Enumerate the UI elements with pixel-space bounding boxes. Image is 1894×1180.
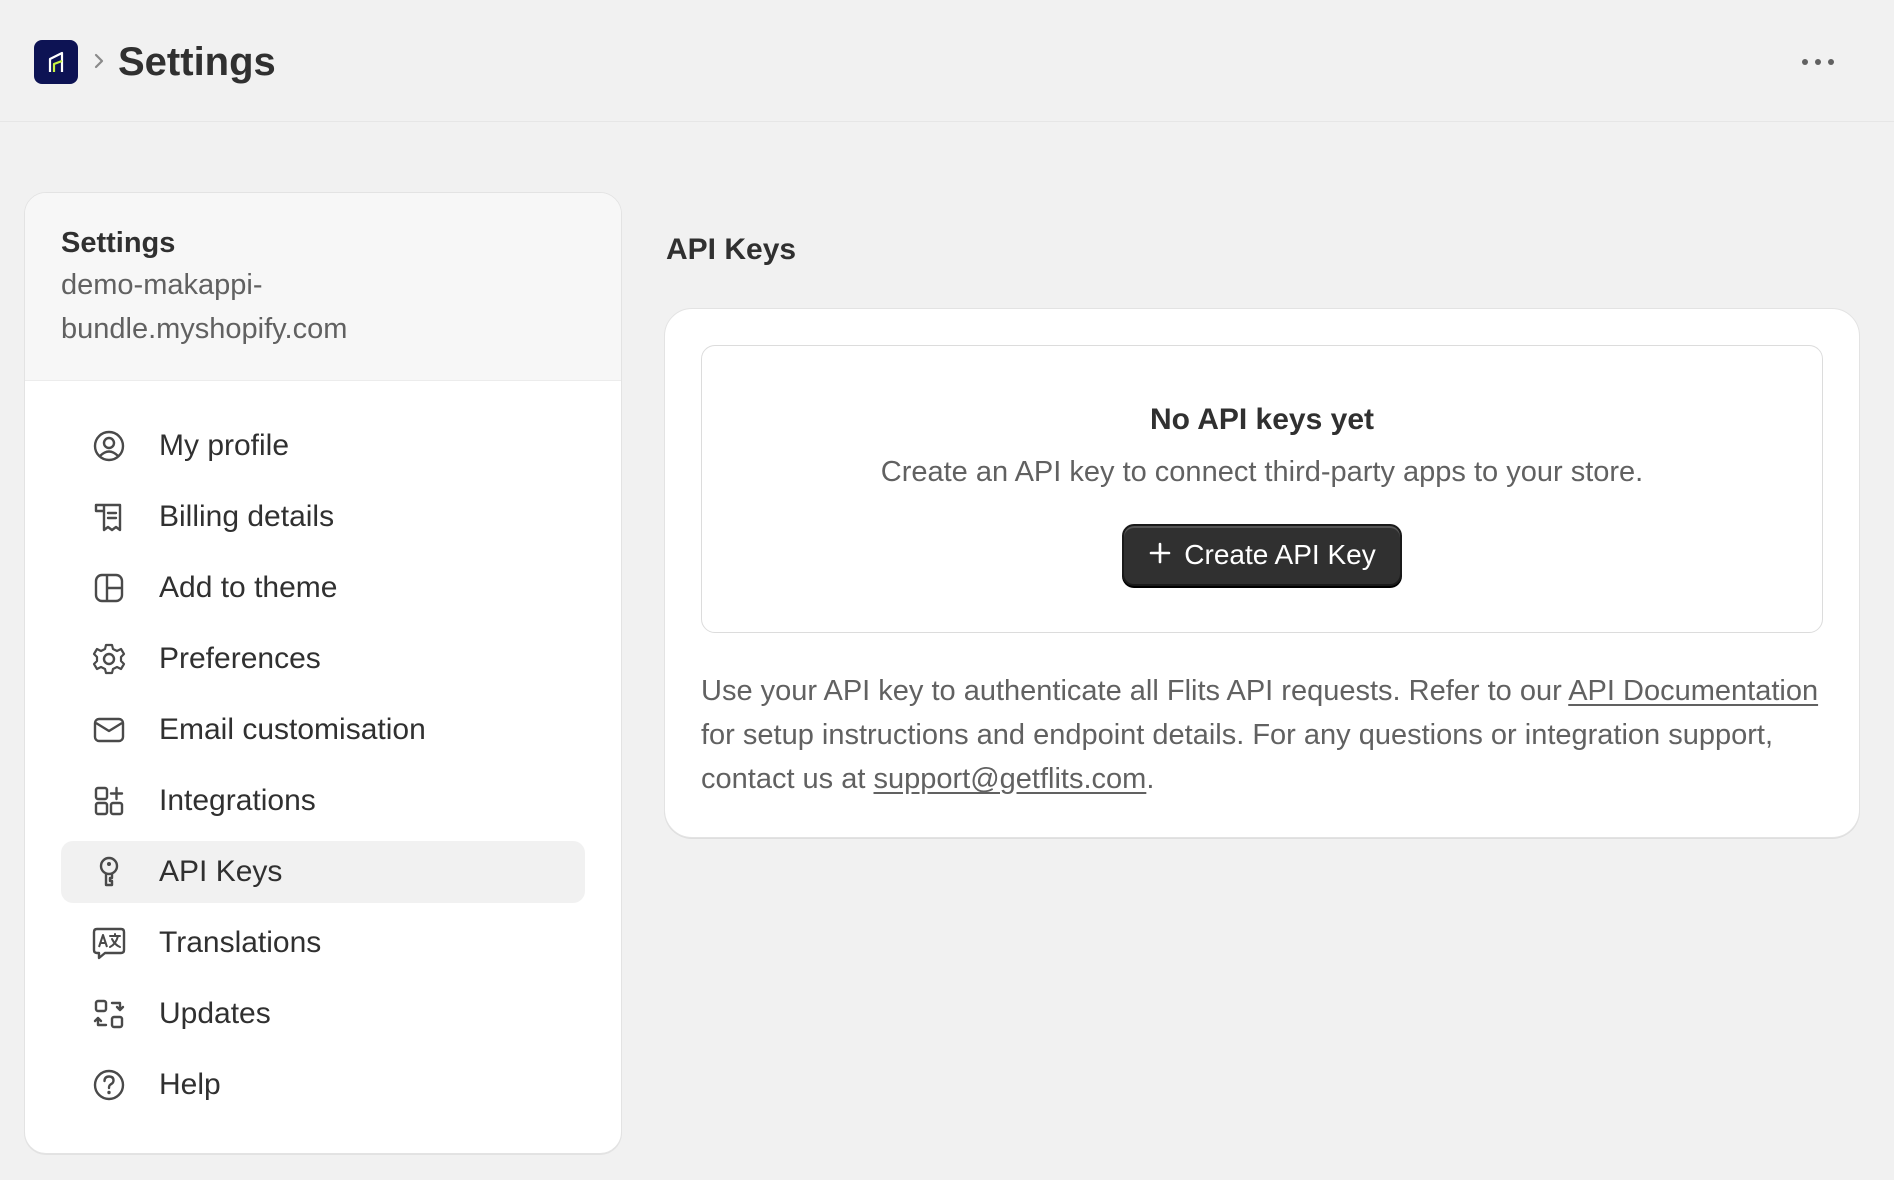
section-title: API Keys	[666, 233, 797, 266]
sidebar-item-my-profile[interactable]: My profile	[61, 415, 585, 477]
page-title: Settings	[118, 40, 276, 84]
empty-state-title: No API keys yet	[1150, 403, 1374, 436]
sidebar-item-api-keys[interactable]: API Keys	[61, 841, 585, 903]
sidebar-item-updates[interactable]: Updates	[61, 983, 585, 1045]
sidebar-header: Settings demo-makappi-bundle.myshopify.c…	[25, 193, 621, 381]
sidebar-item-add-to-theme[interactable]: Add to theme	[61, 557, 585, 619]
key-icon	[91, 854, 127, 890]
refresh-apps-icon	[91, 996, 127, 1032]
sidebar-item-label: Billing details	[159, 500, 335, 533]
api-documentation-link[interactable]: API Documentation	[1568, 675, 1818, 707]
sidebar-item-help[interactable]: Help	[61, 1054, 585, 1116]
sidebar-item-email-customisation[interactable]: Email customisation	[61, 699, 585, 761]
sidebar-item-label: Add to theme	[159, 571, 338, 604]
question-circle-icon	[91, 1067, 127, 1103]
layout-icon	[91, 570, 127, 606]
sidebar-item-billing-details[interactable]: Billing details	[61, 486, 585, 548]
sidebar-item-label: Integrations	[159, 784, 316, 817]
sidebar-item-label: Preferences	[159, 642, 321, 675]
help-text-part: for setup instructions and endpoint deta…	[701, 719, 1774, 795]
envelope-icon	[91, 712, 127, 748]
create-api-key-label: Create API Key	[1184, 539, 1376, 570]
help-text-part: Use your API key to authenticate all Fli…	[701, 675, 1569, 707]
api-help-text: Use your API key to authenticate all Fli…	[701, 669, 1831, 801]
sidebar-title: Settings	[61, 227, 176, 259]
plus-icon	[1148, 541, 1172, 570]
breadcrumb-chevron-icon	[90, 46, 108, 76]
sidebar-item-label: Translations	[159, 926, 322, 959]
sidebar-item-label: API Keys	[159, 855, 283, 888]
sidebar-item-label: Email customisation	[159, 713, 426, 746]
more-horizontal-icon[interactable]	[1796, 46, 1840, 78]
user-circle-icon	[91, 428, 127, 464]
settings-sidebar: Settings demo-makappi-bundle.myshopify.c…	[24, 192, 622, 1154]
sidebar-item-integrations[interactable]: Integrations	[61, 770, 585, 832]
app-logo-icon[interactable]	[34, 40, 78, 84]
shop-domain: demo-makappi-bundle.myshopify.com	[61, 269, 348, 345]
empty-state: No API keys yet Create an API key to con…	[701, 345, 1823, 633]
help-text-part: .	[1146, 763, 1155, 795]
support-email-link[interactable]: support@getflits.com	[874, 763, 1147, 795]
empty-state-description: Create an API key to connect third-party…	[880, 456, 1644, 488]
apps-plus-icon	[91, 783, 127, 819]
sidebar-item-translations[interactable]: Translations	[61, 912, 585, 974]
sidebar-item-label: My profile	[159, 429, 290, 462]
settings-nav: My profile Billing details Add to theme …	[25, 381, 621, 1116]
top-bar: Settings	[0, 0, 1894, 122]
gear-icon	[91, 641, 127, 677]
receipt-icon	[91, 499, 127, 535]
translate-icon	[91, 925, 127, 961]
create-api-key-button[interactable]: Create API Key	[1122, 524, 1402, 586]
api-keys-card: No API keys yet Create an API key to con…	[664, 308, 1860, 838]
sidebar-item-preferences[interactable]: Preferences	[61, 628, 585, 690]
sidebar-item-label: Updates	[159, 997, 271, 1030]
sidebar-item-label: Help	[159, 1068, 221, 1101]
